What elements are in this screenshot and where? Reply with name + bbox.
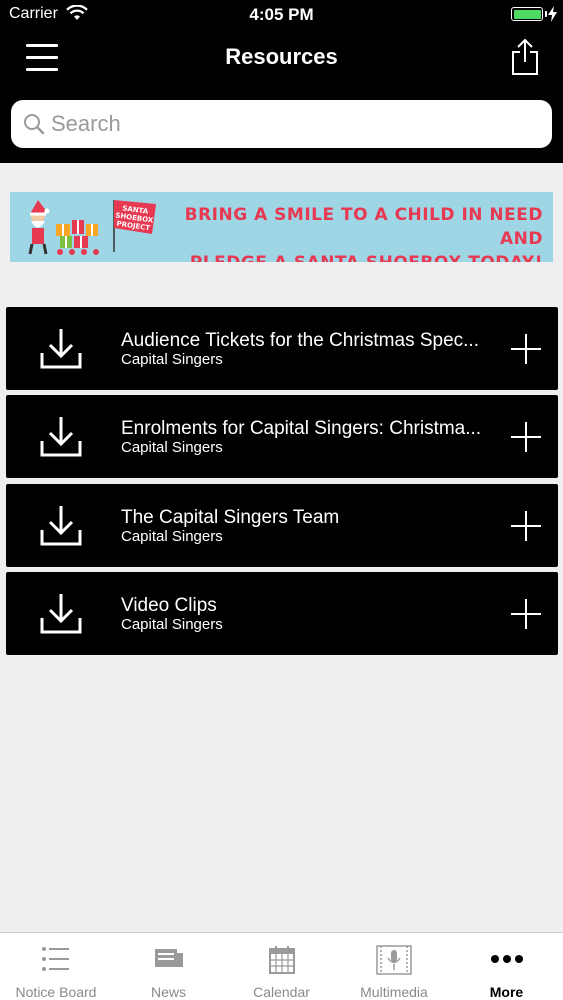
calendar-icon	[268, 945, 296, 980]
resource-item[interactable]: Audience Tickets for the Christmas Spec.…	[6, 307, 558, 390]
banner-line-1: BRING A SMILE TO A CHILD IN NEED AND	[184, 205, 543, 249]
tab-label: News	[150, 984, 186, 1000]
clock: 4:05 PM	[249, 5, 314, 24]
search-input[interactable]	[51, 108, 531, 140]
tab-label: More	[489, 984, 524, 1000]
newspaper-icon	[154, 945, 184, 978]
status-bar: Carrier 4:05 PM	[0, 0, 563, 30]
tab-notice-board[interactable]: Notice Board	[0, 933, 112, 1000]
banner-line-2: PLEDGE A SANTA SHOEBOX TODAY!	[163, 251, 543, 262]
page-title: Resources	[225, 44, 338, 69]
tab-multimedia[interactable]: Multimedia	[338, 933, 450, 1000]
download-icon[interactable]	[40, 504, 82, 551]
resource-item[interactable]: Enrolments for Capital Singers: Christma…	[6, 395, 558, 478]
search-bar[interactable]	[11, 100, 552, 148]
add-icon[interactable]	[510, 510, 542, 547]
search-icon	[23, 113, 45, 140]
download-icon[interactable]	[40, 415, 82, 462]
list-icon	[41, 945, 71, 978]
resource-title: Enrolments for Capital Singers: Christma…	[121, 418, 482, 439]
tab-label: Calendar	[253, 984, 310, 1000]
tab-news[interactable]: News	[112, 933, 225, 1000]
battery-icon	[511, 7, 543, 21]
more-dots-icon	[490, 951, 524, 969]
microphone-icon	[376, 945, 412, 980]
tab-label: Notice Board	[15, 984, 97, 1000]
charging-icon	[548, 6, 557, 27]
resource-title: Video Clips	[121, 595, 217, 616]
battery-nub	[545, 11, 547, 17]
promo-banner[interactable]: SANTA SHOEBOX PROJECT BRING A SMILE TO A…	[10, 192, 553, 262]
download-icon[interactable]	[40, 592, 82, 639]
resource-title: The Capital Singers Team	[121, 507, 340, 528]
add-icon[interactable]	[510, 598, 542, 635]
download-icon[interactable]	[40, 327, 82, 374]
resource-title: Audience Tickets for the Christmas Spec.…	[121, 330, 479, 351]
tab-calendar[interactable]: Calendar	[225, 933, 338, 1000]
tab-bar: Notice Board News Calendar Multimedia Mo…	[0, 932, 563, 1000]
resource-item[interactable]: Video Clips Capital Singers	[6, 572, 558, 655]
share-icon	[512, 38, 538, 75]
santa-shoebox-logo: SANTA SHOEBOX PROJECT	[28, 200, 156, 255]
tab-label: Multimedia	[360, 984, 428, 1000]
resource-item[interactable]: The Capital Singers Team Capital Singers	[6, 484, 558, 567]
share-button[interactable]	[511, 38, 539, 81]
add-icon[interactable]	[510, 333, 542, 370]
resource-subtitle: Capital Singers	[121, 616, 223, 633]
banner-text: BRING A SMILE TO A CHILD IN NEED AND PLE…	[163, 203, 543, 262]
resource-subtitle: Capital Singers	[121, 439, 223, 456]
navigation-bar: Resources	[0, 30, 563, 163]
tab-more[interactable]: More	[450, 933, 563, 1000]
resource-subtitle: Capital Singers	[121, 351, 223, 368]
add-icon[interactable]	[510, 421, 542, 458]
resource-subtitle: Capital Singers	[121, 528, 223, 545]
